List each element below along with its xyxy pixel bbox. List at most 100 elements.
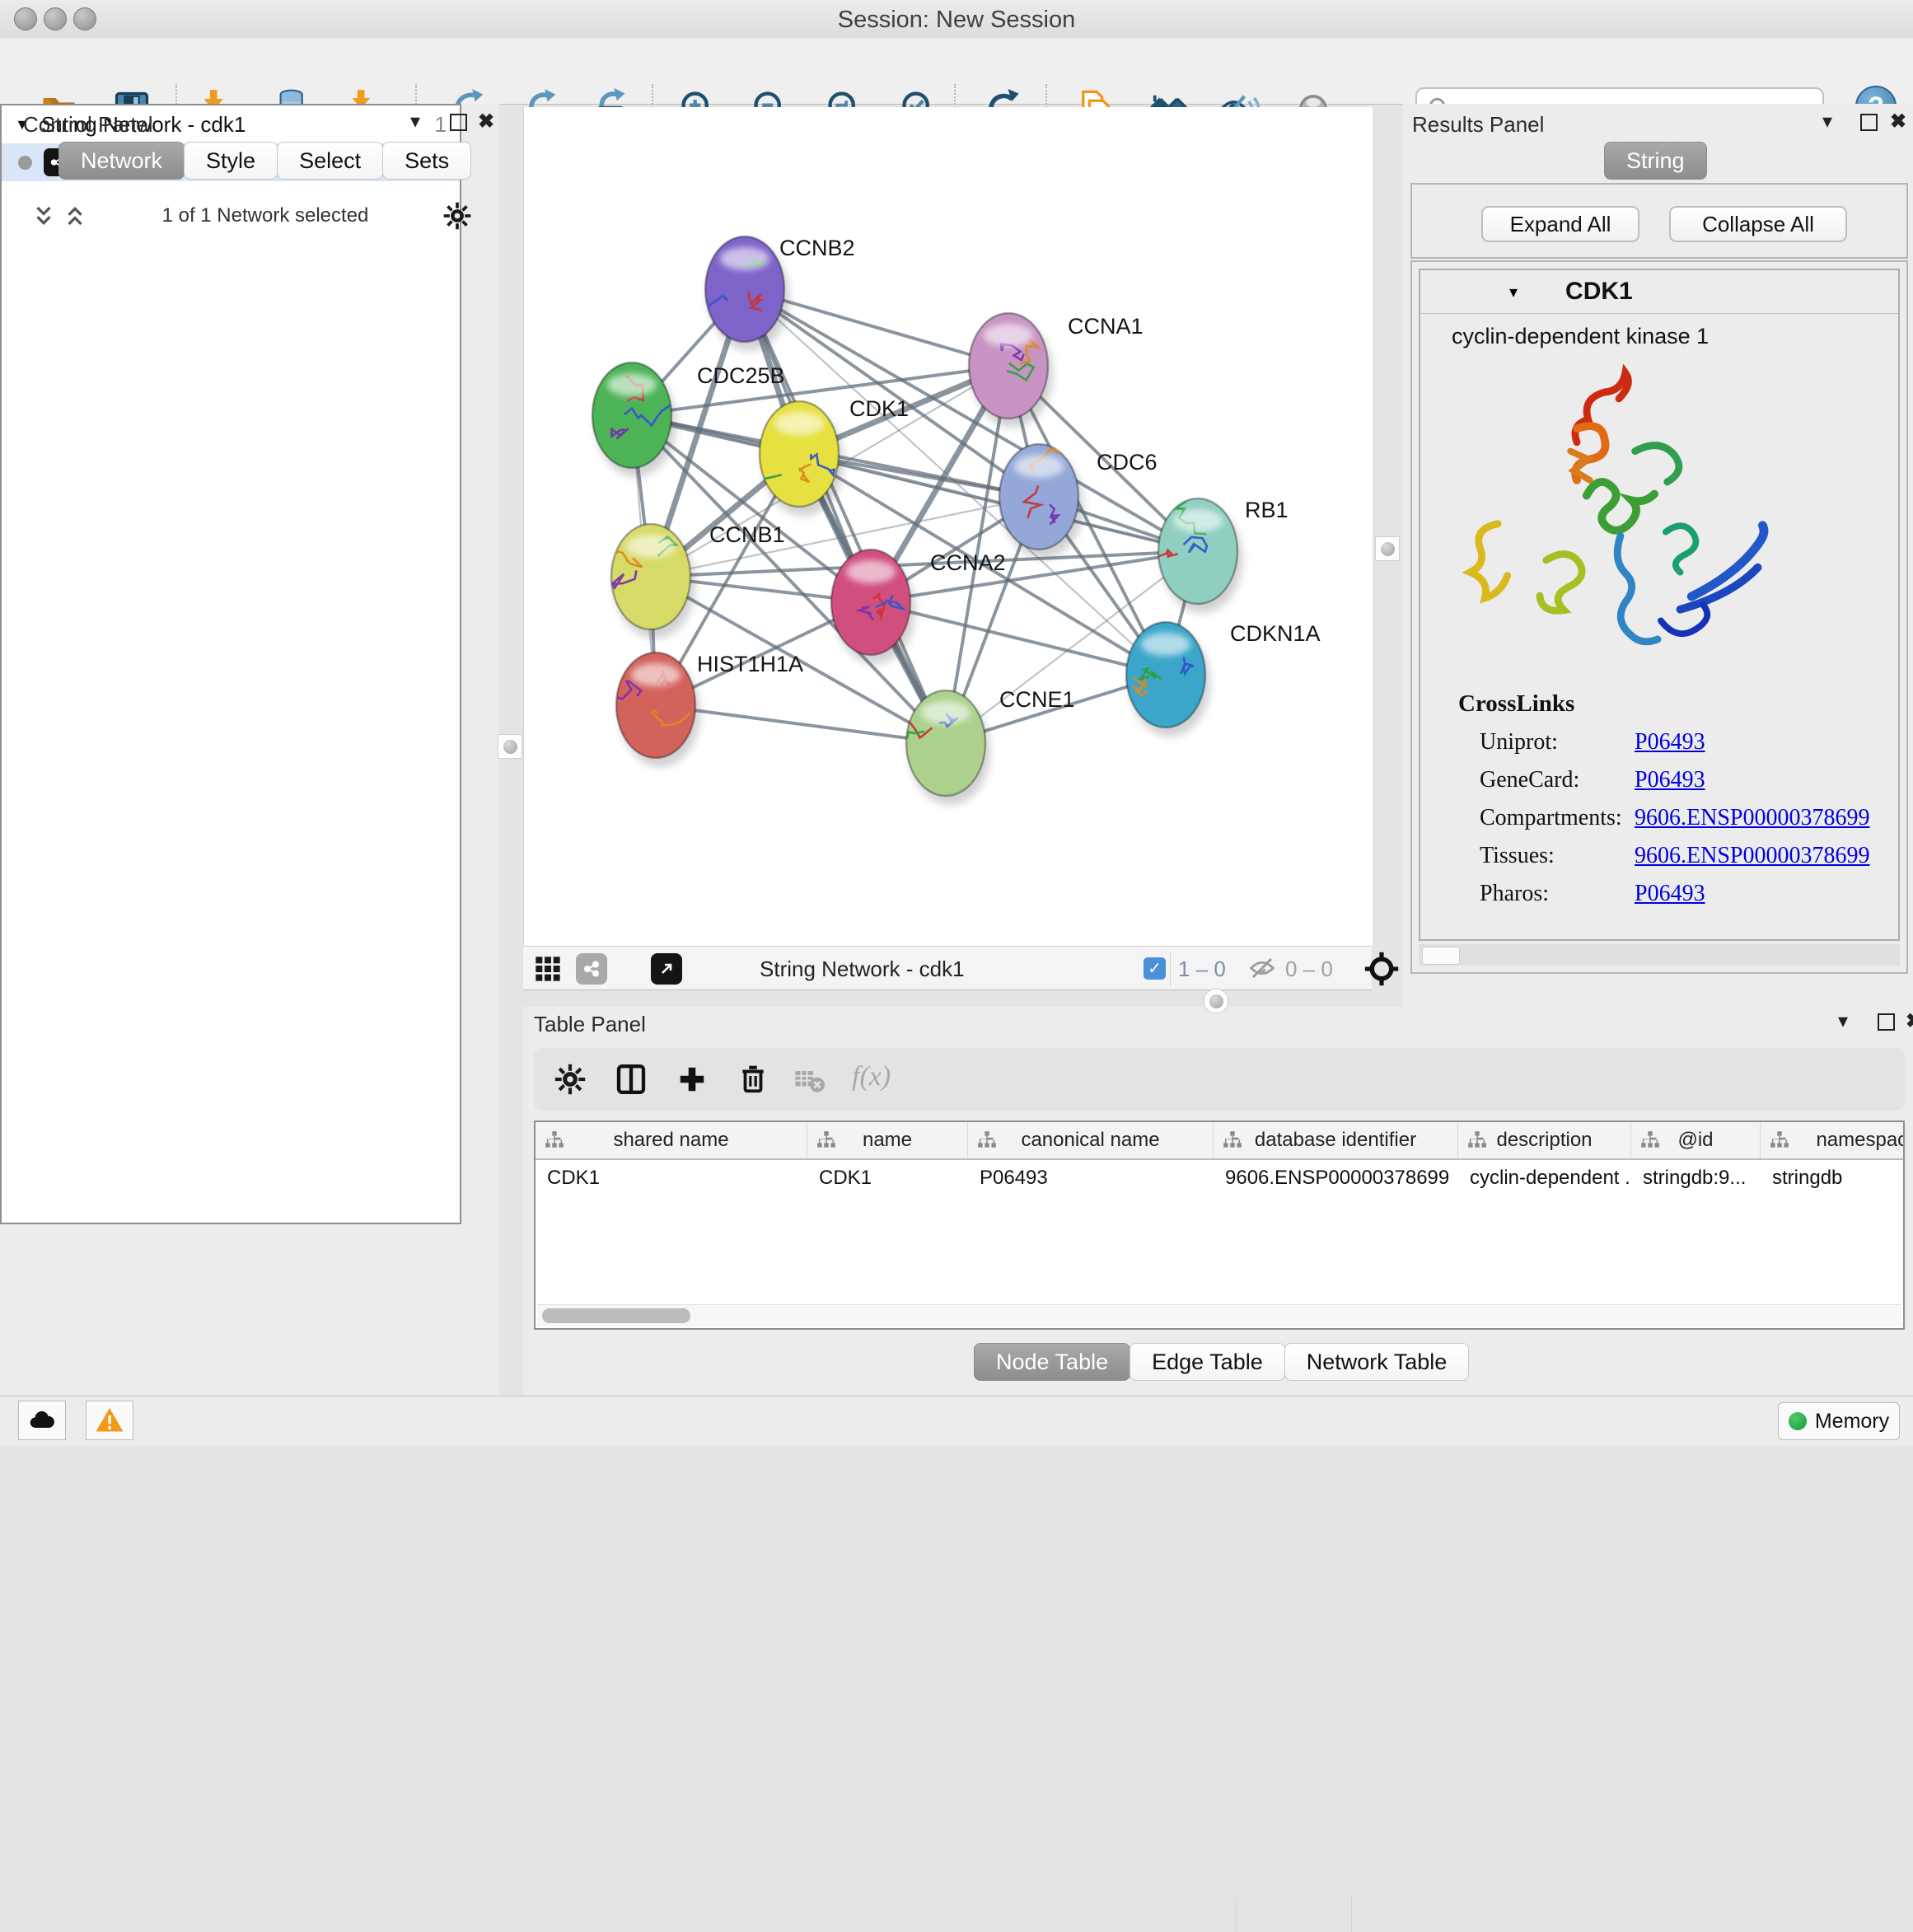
cell-sharedname: CDK1 xyxy=(536,1160,807,1196)
crosslink-link[interactable]: P06493 xyxy=(1635,881,1705,907)
node-label-CCNB2: CCNB2 xyxy=(779,236,855,260)
column-header-description[interactable]: description xyxy=(1458,1122,1631,1158)
table-row[interactable]: CDK1CDK1P064939606.ENSP00000378699cyclin… xyxy=(536,1160,1903,1196)
node-label-CCNA1: CCNA1 xyxy=(1068,314,1144,339)
column-header-namespace[interactable]: namespace xyxy=(1761,1122,1905,1158)
show-columns-icon[interactable] xyxy=(611,1060,651,1099)
column-header-id[interactable]: @id xyxy=(1631,1122,1761,1158)
crosslink-link[interactable]: 9606.ENSP00000378699 xyxy=(1635,805,1869,831)
strip-divider xyxy=(1351,1897,1352,1932)
table-hscrollbar[interactable] xyxy=(537,1304,1901,1326)
results-hscroll-thumb[interactable] xyxy=(1422,947,1460,965)
node-table-body: CDK1CDK1P064939606.ENSP00000378699cyclin… xyxy=(536,1160,1903,1196)
selected-checkbox-icon[interactable]: ✓ xyxy=(1144,957,1166,980)
window-titlebar: Session: New Session xyxy=(0,0,1913,39)
crosslink-link[interactable]: P06493 xyxy=(1635,729,1705,755)
node-HIST1H1A[interactable]: HIST1H1A xyxy=(607,652,803,767)
crosslink-row: Compartments:9606.ENSP00000378699 xyxy=(1480,805,1898,831)
node-CCNE1[interactable]: CCNE1 xyxy=(885,687,1074,805)
tab-network[interactable]: Network xyxy=(58,142,185,180)
birdseye-view-icon[interactable] xyxy=(651,953,682,985)
card-collapse-icon[interactable]: ▾ xyxy=(1509,282,1518,302)
cell-description: cyclin-dependent ... xyxy=(1458,1160,1631,1196)
cloud-icon xyxy=(27,1406,57,1435)
grid-view-icon[interactable] xyxy=(535,956,561,986)
protein-card-header[interactable]: ▾ CDK1 xyxy=(1420,270,1898,314)
tab-string[interactable]: String xyxy=(1604,142,1707,180)
table-panel-close-icon[interactable]: ✖ xyxy=(1906,1012,1913,1031)
crosslink-row: Pharos:P06493 xyxy=(1480,881,1898,907)
tab-network-table[interactable]: Network Table xyxy=(1284,1343,1470,1381)
node-label-HIST1H1A: HIST1H1A xyxy=(697,652,803,676)
results-panel-float-icon[interactable] xyxy=(1860,114,1878,131)
table-panel-collapse-icon[interactable]: ▾ xyxy=(1838,1012,1848,1031)
control-panel-title: Control Panel xyxy=(23,112,153,138)
column-header-databaseidentifier[interactable]: database identifier xyxy=(1214,1122,1458,1158)
node-RB1[interactable]: RB1 xyxy=(1156,498,1289,613)
collection-count: 1 xyxy=(435,112,447,138)
node-CCNB2[interactable]: CCNB2 xyxy=(698,236,855,351)
delete-column-icon[interactable] xyxy=(733,1060,773,1099)
control-panel-float-icon[interactable] xyxy=(450,114,467,131)
table-panel-title: Table Panel xyxy=(534,1012,646,1037)
collapse-all-button[interactable]: Collapse All xyxy=(1669,206,1847,242)
network-status-dot xyxy=(18,156,32,170)
results-actions-box: Expand All Collapse All xyxy=(1410,183,1908,259)
results-panel-collapse-icon[interactable]: ▾ xyxy=(1822,112,1832,132)
delete-table-icon-disabled xyxy=(789,1060,829,1099)
network-canvas[interactable]: CCNB2CCNA1CDC25BCDK1CDC6RB1CCNB1CCNA2CDK… xyxy=(523,107,1373,946)
results-panel-close-icon[interactable]: ✖ xyxy=(1890,112,1906,132)
node-CDK1[interactable]: CDK1 xyxy=(743,396,909,516)
add-column-icon[interactable] xyxy=(672,1060,712,1099)
node-CDC6[interactable]: CDC6 xyxy=(999,444,1158,559)
column-header-name[interactable]: name xyxy=(807,1122,968,1158)
results-panel-title: Results Panel xyxy=(1412,112,1544,138)
memory-label: Memory xyxy=(1815,1410,1889,1434)
tab-edge-table[interactable]: Edge Table xyxy=(1130,1343,1285,1381)
protein-card: ▾ CDK1 cyclin-dependent kinase 1 xyxy=(1419,269,1900,941)
control-panel: Control Panel ▾ ✖ NetworkStyleSelectSets… xyxy=(0,104,499,1396)
table-hscroll-thumb[interactable] xyxy=(542,1308,690,1323)
cell-canonicalname: P06493 xyxy=(968,1160,1214,1196)
crosslink-link[interactable]: P06493 xyxy=(1635,767,1705,793)
protein-structure-image xyxy=(1445,354,1873,677)
left-splitter-handle[interactable] xyxy=(498,734,522,759)
node-CDKN1A[interactable]: CDKN1A xyxy=(1126,621,1321,737)
hidden-eye-icon xyxy=(1248,956,1276,985)
expand-all-chevrons-icon[interactable] xyxy=(63,203,87,228)
tab-node-table[interactable]: Node Table xyxy=(974,1343,1130,1381)
network-share-view-icon[interactable] xyxy=(576,953,607,985)
collapse-all-chevrons-icon[interactable] xyxy=(31,203,56,228)
results-hscrollbar[interactable] xyxy=(1419,944,1900,966)
table-panel-float-icon[interactable] xyxy=(1878,1013,1895,1031)
memory-button[interactable]: Memory xyxy=(1778,1402,1900,1440)
cloud-status-button[interactable] xyxy=(18,1401,66,1440)
fit-selected-crosshair-icon[interactable] xyxy=(1363,951,1400,991)
protein-description: cyclin-dependent kinase 1 xyxy=(1452,324,1898,349)
column-header-sharedname[interactable]: shared name xyxy=(536,1122,807,1158)
strip-divider xyxy=(1170,952,1171,986)
cell-id: stringdb:9... xyxy=(1631,1160,1761,1196)
crosslink-row: Uniprot:P06493 xyxy=(1480,729,1898,755)
horizontal-splitter-handle[interactable] xyxy=(1204,989,1228,1013)
tab-select[interactable]: Select xyxy=(277,142,383,180)
table-settings-gear-icon[interactable] xyxy=(550,1060,590,1099)
warnings-button[interactable] xyxy=(86,1401,133,1440)
node-CCNA2[interactable]: CCNA2 xyxy=(831,550,1006,664)
control-panel-collapse-icon[interactable]: ▾ xyxy=(410,112,420,132)
network-options-gear-icon[interactable] xyxy=(443,202,471,230)
node-label-CCNE1: CCNE1 xyxy=(999,687,1075,712)
expand-all-button[interactable]: Expand All xyxy=(1481,206,1639,242)
crosslink-link[interactable]: 9606.ENSP00000378699 xyxy=(1635,843,1869,869)
control-panel-close-icon[interactable]: ✖ xyxy=(478,112,494,132)
fx-function-builder-icon: f(x) xyxy=(852,1061,891,1092)
right-splitter-handle[interactable] xyxy=(1375,536,1400,561)
crosslinks-list: Uniprot:P06493GeneCard:P06493Compartment… xyxy=(1480,729,1898,907)
memory-status-dot xyxy=(1789,1412,1807,1430)
column-header-canonicalname[interactable]: canonical name xyxy=(968,1122,1214,1158)
tab-style[interactable]: Style xyxy=(184,142,278,180)
strip-divider xyxy=(1236,1897,1237,1932)
tab-sets[interactable]: Sets xyxy=(382,142,471,180)
window-title: Session: New Session xyxy=(0,7,1913,34)
cell-namespace: stringdb xyxy=(1761,1160,1905,1196)
